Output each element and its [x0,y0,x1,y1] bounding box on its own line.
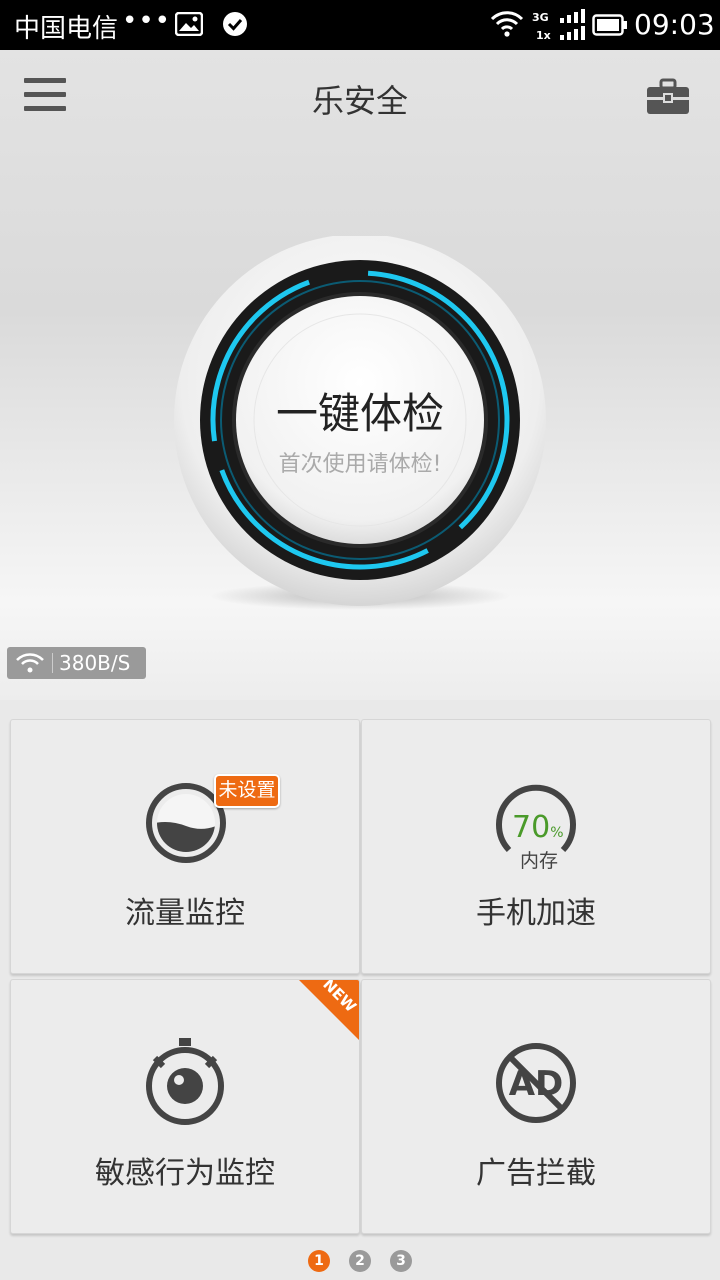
page-dot-1[interactable]: 1 [308,1250,330,1272]
battery-icon [592,14,627,36]
new-corner-ribbon: NEW [299,980,359,1040]
phone-speedup-tile[interactable]: 70% 内存 手机加速 [361,719,711,974]
cellular-signal-icon: 3G 1x [532,9,585,42]
wifi-icon [16,653,44,673]
network-type-top: 3G [532,11,549,24]
phone-speedup-label: 手机加速 [476,896,596,931]
not-set-badge: 未设置 [214,774,280,808]
memory-percent: 70% [512,810,564,845]
page-dot-2[interactable]: 2 [349,1250,371,1272]
clock: 09:03 [634,8,715,41]
image-notification-icon [175,12,203,36]
check-circle-icon [223,12,247,36]
page-title: 乐安全 [311,82,408,120]
ad-block-label: 广告拦截 [476,1156,596,1191]
behavior-monitor-label: 敏感行为监控 [95,1156,275,1191]
traffic-monitor-tile[interactable]: 未设置 流量监控 [10,719,360,974]
ad-block-icon: AD [496,1043,576,1123]
page-dot-3[interactable]: 3 [390,1250,412,1272]
memory-percent-value: 70 [512,810,551,845]
percent-sign: % [550,825,564,841]
memory-label: 内存 [519,850,558,872]
stopwatch-eye-icon [146,1038,224,1125]
checkup-subtitle: 首次使用请体检! [278,452,442,477]
checkup-title: 一键体检 [275,389,444,438]
traffic-monitor-label: 流量监控 [125,896,245,931]
network-speed-value: 380B/S [59,651,131,675]
wifi-signal-icon [490,11,524,37]
divider [52,653,53,673]
network-speed-badge: 380B/S [7,647,146,679]
ad-block-tile[interactable]: AD 广告拦截 [361,979,711,1234]
toolbox-icon[interactable] [646,78,690,116]
more-notifications-dots: ••• [122,6,172,36]
carrier-name: 中国电信 [14,14,119,44]
page-indicator: 1 2 3 [0,1250,720,1274]
network-type-bottom: 1x [536,29,551,42]
behavior-monitor-tile[interactable]: NEW 敏感行为监控 [10,979,360,1234]
status-bar: 中国电信 ••• 3G 1x 09:03 [0,0,720,50]
